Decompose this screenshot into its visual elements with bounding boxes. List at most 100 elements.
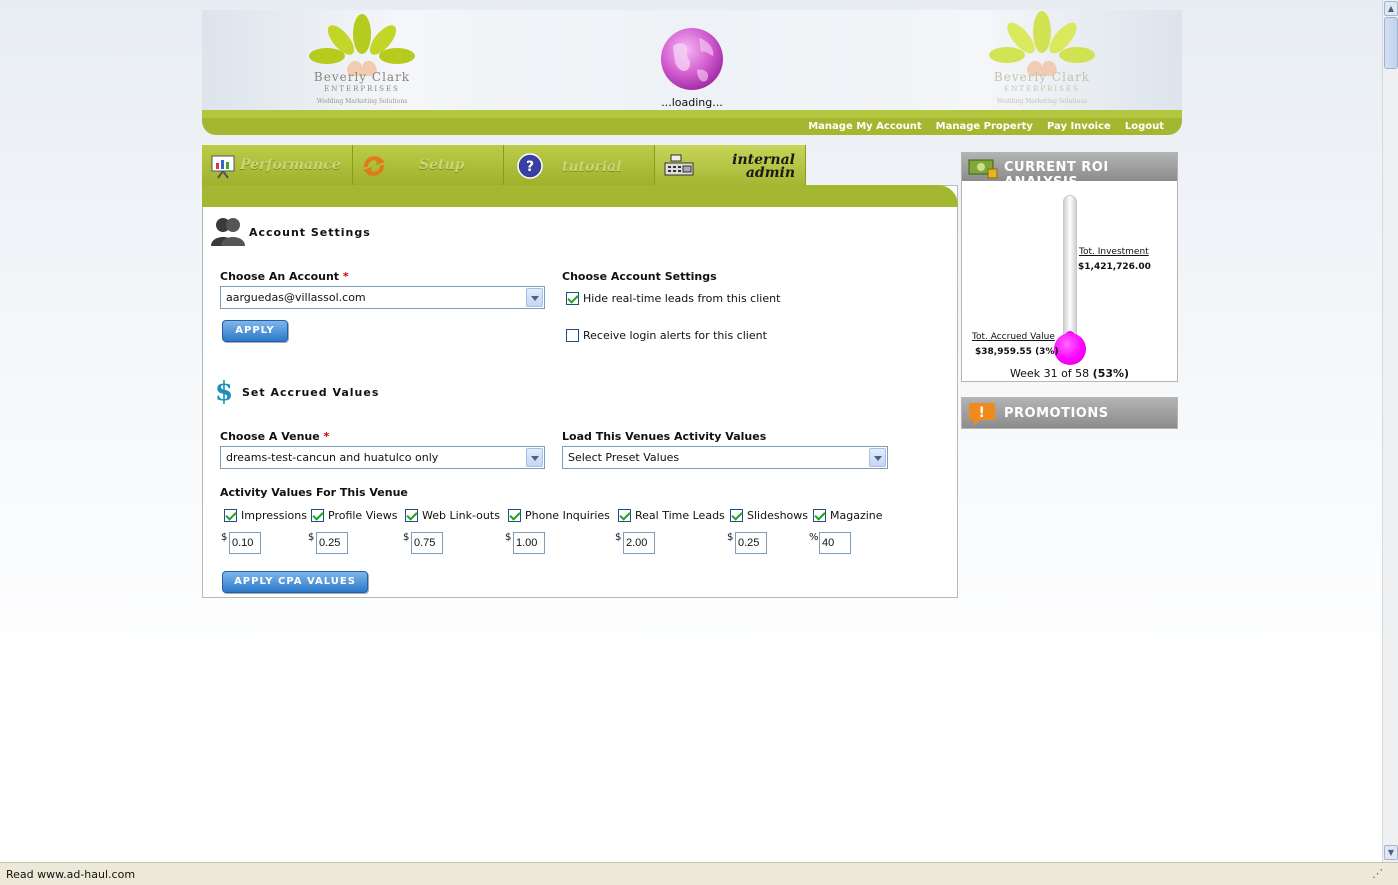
venue-select[interactable]: dreams-test-cancun and huatulco only — [220, 446, 545, 469]
tab-performance[interactable]: Performance — [202, 145, 353, 185]
roi-thermometer — [1063, 195, 1077, 340]
scrollbar-thumb[interactable] — [1384, 17, 1398, 69]
phone-inquiries-value-input[interactable] — [513, 532, 545, 554]
accrued-values-title: Set Accrued Values — [242, 386, 380, 399]
nav-manage-my-account[interactable]: Manage My Account — [808, 121, 921, 132]
account-settings-title: Account Settings — [249, 226, 371, 239]
hide-leads-checkbox-row[interactable]: Hide real-time leads from this client — [566, 292, 780, 305]
svg-text:?: ? — [526, 159, 534, 175]
users-icon — [211, 218, 245, 246]
tab-label: tutorial — [562, 159, 622, 175]
main-panel: Account Settings Choose An Account * aar… — [202, 185, 958, 598]
activity-values-label: Activity Values For This Venue — [220, 486, 408, 499]
login-alerts-checkbox-row[interactable]: Receive login alerts for this client — [566, 329, 767, 342]
investment-label: Tot. Investment — [1079, 247, 1149, 257]
activity-web-link-outs[interactable]: Web Link-outs — [405, 509, 500, 522]
resize-grip-icon[interactable]: ⋰ — [1372, 867, 1384, 880]
logo-name: Beverly Clark — [313, 70, 411, 84]
chevron-down-icon[interactable] — [526, 448, 543, 467]
money-stack-icon — [968, 159, 998, 179]
choose-venue-label: Choose A Venue * — [220, 430, 330, 443]
magazine-checkbox[interactable] — [813, 509, 826, 522]
accrued-value: $38,959.55 (3%) — [975, 347, 1059, 357]
site-header: Beverly Clark ENTERPRISES Wedding Market… — [202, 10, 1182, 135]
logo-subtitle: ENTERPRISES — [1004, 85, 1080, 93]
svg-text:!: ! — [979, 405, 986, 421]
chevron-down-icon[interactable] — [869, 448, 886, 467]
dollar-sign-icon: $ — [215, 377, 233, 406]
impressions-checkbox[interactable] — [224, 509, 237, 522]
profile-views-checkbox[interactable] — [311, 509, 324, 522]
nav-logout[interactable]: Logout — [1125, 121, 1164, 132]
logo-tagline: Wedding Marketing Solutions — [996, 98, 1088, 105]
account-select[interactable]: aarguedas@villassol.com — [220, 286, 545, 309]
scroll-down-icon[interactable]: ▼ — [1384, 845, 1398, 860]
globe-loading-icon — [661, 28, 723, 90]
activity-magazine[interactable]: Magazine — [813, 509, 883, 522]
real-time-leads-checkbox[interactable] — [618, 509, 631, 522]
currency-symbol: $ — [221, 532, 228, 543]
percent-symbol: % — [809, 532, 819, 543]
apply-cpa-values-button[interactable]: APPLY CPA VALUES — [222, 571, 368, 593]
slideshows-checkbox[interactable] — [730, 509, 743, 522]
activity-impressions[interactable]: Impressions — [224, 509, 307, 522]
main-tabs: Performance Setup ? tutorial internal ad… — [202, 145, 806, 187]
load-values-label: Load This Venues Activity Values — [562, 430, 767, 443]
investment-value: $1,421,726.00 — [1078, 262, 1151, 272]
activity-real-time-leads[interactable]: Real Time Leads — [618, 509, 725, 522]
accrued-value-label: Tot. Accrued Value — [972, 332, 1055, 342]
panel-header-bar — [202, 185, 958, 207]
apply-button[interactable]: APPLY — [222, 320, 288, 342]
status-text: Read www.ad-haul.com — [6, 868, 136, 881]
slideshows-value-input[interactable] — [735, 532, 767, 554]
login-alerts-label: Receive login alerts for this client — [583, 329, 767, 342]
brand-logo-right[interactable]: Beverly Clark ENTERPRISES Wedding Market… — [977, 10, 1107, 108]
preset-values-select[interactable]: Select Preset Values — [562, 446, 888, 469]
currency-symbol: $ — [727, 532, 734, 543]
exclamation-icon: ! — [969, 403, 995, 426]
activity-slideshows[interactable]: Slideshows — [730, 509, 808, 522]
refresh-arrows-icon — [363, 156, 385, 176]
logo-subtitle: ENTERPRISES — [324, 85, 400, 93]
magazine-value-input[interactable] — [819, 532, 851, 554]
leaf-logo-icon — [309, 14, 415, 76]
nav-manage-property[interactable]: Manage Property — [936, 121, 1033, 132]
presentation-board-icon — [211, 155, 235, 179]
tab-tutorial[interactable]: ? tutorial — [504, 145, 655, 185]
roi-thermometer-bulb — [1054, 333, 1086, 365]
roi-week-progress: Week 31 of 58 (53%) — [1009, 367, 1130, 380]
web-link-outs-value-input[interactable] — [411, 532, 443, 554]
real-time-leads-value-input[interactable] — [623, 532, 655, 554]
chevron-down-icon[interactable] — [526, 288, 543, 307]
svg-text:$: $ — [215, 377, 233, 406]
nav-pay-invoice[interactable]: Pay Invoice — [1047, 121, 1111, 132]
login-alerts-checkbox[interactable] — [566, 329, 579, 342]
currency-symbol: $ — [615, 532, 622, 543]
roi-header: CURRENT ROI ANALYSIS — [962, 153, 1177, 190]
tab-setup[interactable]: Setup — [353, 145, 504, 185]
activity-phone-inquiries[interactable]: Phone Inquiries — [508, 509, 610, 522]
hide-leads-checkbox[interactable] — [566, 292, 579, 305]
impressions-value-input[interactable] — [229, 532, 261, 554]
promotions-title: PROMOTIONS — [1004, 406, 1109, 421]
scroll-up-icon[interactable]: ▲ — [1384, 1, 1398, 16]
phone-inquiries-checkbox[interactable] — [508, 509, 521, 522]
promotions-header[interactable]: ! PROMOTIONS — [962, 398, 1177, 428]
roi-title: CURRENT ROI ANALYSIS — [1004, 160, 1109, 190]
currency-symbol: $ — [308, 532, 315, 543]
loading-text: ...loading... — [661, 96, 723, 109]
header-banner: Beverly Clark ENTERPRISES Wedding Market… — [202, 10, 1182, 110]
promotions-panel[interactable]: ! PROMOTIONS — [961, 397, 1178, 429]
brand-logo-left[interactable]: Beverly Clark ENTERPRISES Wedding Market… — [297, 14, 427, 108]
roi-analysis-panel: CURRENT ROI ANALYSIS Tot. Investment $1,… — [961, 152, 1178, 382]
choose-account-label: Choose An Account * — [220, 270, 349, 283]
activity-profile-views[interactable]: Profile Views — [311, 509, 398, 522]
web-link-outs-checkbox[interactable] — [405, 509, 418, 522]
vertical-scrollbar[interactable]: ▲ ▼ — [1382, 0, 1398, 862]
tab-internal-admin[interactable]: internal admin — [655, 145, 806, 187]
account-settings-label: Choose Account Settings — [562, 270, 717, 283]
currency-symbol: $ — [403, 532, 410, 543]
top-navigation: Manage My Account Manage Property Pay In… — [808, 121, 1164, 132]
profile-views-value-input[interactable] — [316, 532, 348, 554]
cash-register-icon — [664, 154, 694, 176]
